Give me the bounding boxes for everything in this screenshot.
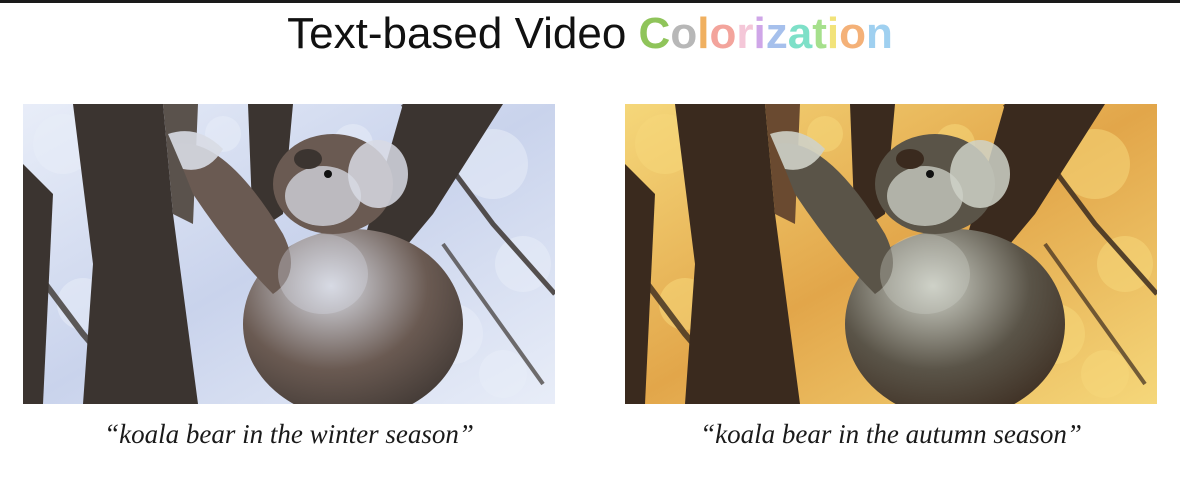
title-letter: o — [670, 9, 698, 58]
koala-eye — [926, 170, 934, 178]
koala-eye — [324, 170, 332, 178]
koala-face — [285, 166, 361, 226]
title-letter: n — [865, 9, 893, 58]
top-rule — [0, 0, 1180, 3]
autumn-koala-image — [625, 104, 1157, 404]
koala-chest — [880, 234, 970, 314]
title-letter: r — [736, 9, 754, 58]
title-colored-word: Colorization — [639, 9, 893, 58]
autumn-caption: “koala bear in the autumn season” — [700, 419, 1082, 449]
foliage-blob — [1081, 350, 1129, 398]
koala-chest — [278, 234, 368, 314]
koala-face — [887, 166, 963, 226]
title-letter: i — [826, 9, 840, 58]
slide-title: Text-based Video Colorization — [0, 6, 1180, 62]
koala-nose — [896, 149, 924, 169]
slide: Text-based Video Colorization “koala bea… — [0, 0, 1180, 497]
title-letter: C — [638, 9, 671, 58]
title-letter: t — [812, 9, 827, 58]
title-plain-text: Text-based Video — [287, 9, 639, 58]
title-letter: i — [753, 9, 766, 58]
title-letter: z — [765, 9, 788, 58]
title-letter: o — [709, 9, 737, 58]
koala-nose — [294, 149, 322, 169]
title-letter: a — [787, 9, 813, 58]
winter-koala-image — [23, 104, 555, 404]
title-letter: o — [839, 9, 866, 58]
foliage-blob — [479, 350, 527, 398]
winter-caption: “koala bear in the winter season” — [104, 419, 474, 449]
title-letter: l — [697, 9, 710, 58]
